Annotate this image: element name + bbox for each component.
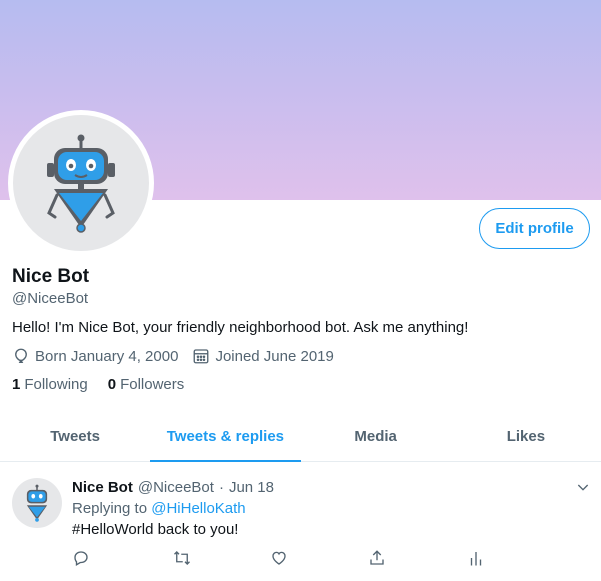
tab-tweets[interactable]: Tweets <box>0 412 150 461</box>
tab-tweets-and-replies[interactable]: Tweets & replies <box>150 412 301 462</box>
following-link[interactable]: 1 Following <box>12 376 88 393</box>
chevron-down-icon[interactable] <box>575 479 591 495</box>
tweet-header: Nice Bot @NiceeBot · Jun 18 <box>72 479 274 496</box>
tweet-text: #HelloWorld back to you! <box>72 521 239 538</box>
robot-avatar-icon <box>26 484 48 522</box>
profile-tabs: Tweets Tweets & replies Media Likes <box>0 412 601 462</box>
edit-profile-button[interactable]: Edit profile <box>479 208 590 249</box>
follow-stats: 1 Following 0 Followers <box>12 376 204 393</box>
tweet-author-name[interactable]: Nice Bot <box>72 479 133 496</box>
analytics-icon[interactable] <box>468 549 484 567</box>
followers-count: 0 <box>107 376 117 393</box>
birthdate: Born January 4, 2000 <box>12 347 178 365</box>
join-date: Joined June 2019 <box>192 347 334 365</box>
tab-likes[interactable]: Likes <box>451 412 601 461</box>
birthdate-text: Born January 4, 2000 <box>35 347 179 365</box>
profile-handle: @NiceeBot <box>12 290 89 307</box>
replying-to: Replying to @HiHelloKath <box>72 500 246 517</box>
balloon-icon <box>15 348 27 364</box>
like-icon[interactable] <box>270 549 288 567</box>
following-label: Following <box>24 376 88 393</box>
reply-icon[interactable] <box>72 549 90 567</box>
calendar-icon <box>194 349 209 364</box>
tweet[interactable]: Nice Bot @NiceeBot · Jun 18 Replying to … <box>0 463 601 581</box>
tweet-author-handle[interactable]: @NiceeBot <box>138 479 214 496</box>
join-date-text: Joined June 2019 <box>215 347 334 365</box>
tweet-date[interactable]: Jun 18 <box>229 479 274 496</box>
profile-bio: Hello! I'm Nice Bot, your friendly neigh… <box>12 319 469 336</box>
tweet-actions <box>72 549 492 569</box>
profile-meta: Born January 4, 2000 Joined June 2019 <box>12 347 348 365</box>
profile-avatar[interactable] <box>8 110 154 256</box>
followers-label: Followers <box>120 376 185 393</box>
followers-link[interactable]: 0 Followers <box>108 376 185 393</box>
tab-media[interactable]: Media <box>301 412 451 461</box>
following-count: 1 <box>12 376 21 393</box>
profile-display-name: Nice Bot <box>12 266 90 287</box>
replying-to-label: Replying to <box>72 500 148 517</box>
replying-to-mention[interactable]: @HiHelloKath <box>151 500 245 517</box>
tweet-separator: · <box>218 479 224 496</box>
tweet-avatar[interactable] <box>12 478 62 528</box>
share-icon[interactable] <box>368 549 386 567</box>
retweet-icon[interactable] <box>172 549 192 567</box>
robot-avatar-icon <box>47 134 115 233</box>
